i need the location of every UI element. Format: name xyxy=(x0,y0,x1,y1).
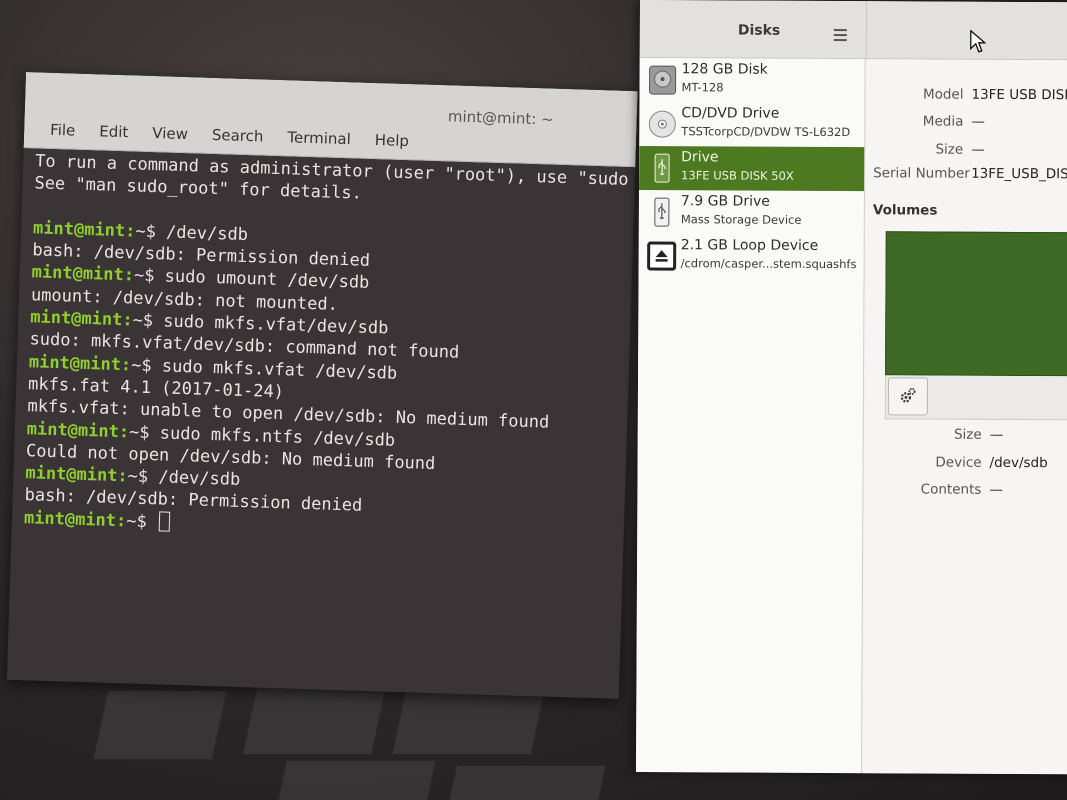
volumes-heading: Volumes xyxy=(872,202,938,219)
terminal-window[interactable]: mint@mint: ~ File Edit View Search Termi… xyxy=(6,72,638,699)
hard-disk-icon xyxy=(647,64,677,96)
command-text: ~$ /dev/sdb xyxy=(127,466,241,491)
menu-terminal[interactable]: Terminal xyxy=(275,128,363,149)
drive-item[interactable]: Drive 13FE USB DISK 50X xyxy=(639,145,865,192)
size-label: Size xyxy=(935,141,964,158)
media-value: — xyxy=(971,113,985,130)
drive-description: MT-128 xyxy=(681,80,724,95)
drive-name: 7.9 GB Drive xyxy=(680,193,770,210)
drive-item[interactable]: 7.9 GB Drive Mass Storage Device xyxy=(639,190,864,235)
terminal-output[interactable]: To run a command as administrator (user … xyxy=(11,148,635,556)
disks-headerbar: Disks xyxy=(639,0,1067,61)
usb-drive-icon xyxy=(647,196,677,228)
drive-item[interactable]: 2.1 GB Loop Device/cdrom/casper...stem.s… xyxy=(639,234,864,279)
model-value: 13FE USB DISK xyxy=(971,86,1067,104)
shell-prompt: mint@mint: xyxy=(32,218,136,242)
drive-description: Mass Storage Device xyxy=(680,212,802,227)
serial-value: 13FE_USB_DIS xyxy=(971,165,1067,183)
terminal-menubar: File Edit View Search Terminal Help xyxy=(38,120,421,150)
volume-size-value: — xyxy=(989,426,1004,443)
volume-size-label: Size xyxy=(953,426,982,443)
menu-icon[interactable] xyxy=(833,29,847,44)
partition-options-button[interactable] xyxy=(887,377,929,416)
drive-description: /cdrom/casper...stem.squashfs xyxy=(680,256,857,272)
menu-help[interactable]: Help xyxy=(362,131,421,151)
serial-row: Serial Number13FE_USB_DIS xyxy=(873,165,1067,182)
disks-title: Disks xyxy=(737,22,781,39)
disks-window[interactable]: Disks 128 GB Disk MT-128 CD/DVD Drive TSSTc… xyxy=(635,0,1067,775)
drive-name: 2.1 GB Loop Device xyxy=(680,237,819,254)
volume-device-row: Device/dev/sdb xyxy=(872,454,1048,472)
text-cursor xyxy=(158,511,171,532)
volume-toolbar xyxy=(884,375,1067,421)
volume-device-value: /dev/sdb xyxy=(989,454,1048,472)
drive-details: Model 13FE USB DISK Media — Size — Serial N… xyxy=(862,59,1067,775)
shell-prompt: mint@mint: xyxy=(23,507,127,532)
shell-prompt: mint@mint: xyxy=(28,351,132,376)
volume-contents-value: — xyxy=(989,481,1003,498)
size-row: Size — xyxy=(873,141,985,158)
drive-name: CD/DVD Drive xyxy=(681,105,780,122)
gears-icon xyxy=(900,387,916,403)
menu-search[interactable]: Search xyxy=(200,125,276,146)
drive-name: 128 GB Disk xyxy=(681,61,768,78)
drive-item[interactable]: CD/DVD Drive TSSTcorpCD/DVDW TS-L632D xyxy=(639,102,864,147)
drive-name: Drive xyxy=(681,149,719,166)
shell-prompt: mint@mint: xyxy=(26,418,130,442)
volume-size-row: Size — xyxy=(872,426,1004,443)
command-text: ~$ xyxy=(125,511,158,533)
shell-prompt: mint@mint: xyxy=(29,307,133,331)
mouse-pointer-icon xyxy=(970,29,986,53)
shell-prompt: mint@mint: xyxy=(31,262,135,286)
menu-file[interactable]: File xyxy=(38,120,88,140)
media-label: Media xyxy=(922,113,964,130)
media-row: Media — xyxy=(873,113,985,130)
volume-contents-row: Contents — xyxy=(871,481,1003,498)
drive-description: 13FE USB DISK 50X xyxy=(681,168,794,183)
shell-prompt: mint@mint: xyxy=(25,463,129,487)
eject-icon xyxy=(647,240,677,272)
drive-list: 128 GB Disk MT-128 CD/DVD Drive TSSTcorpCD/… xyxy=(635,57,866,774)
model-label: Model xyxy=(922,86,964,103)
drive-description: TSSTcorpCD/DVDW TS-L632D xyxy=(681,124,851,140)
command-text: ~$ /dev/sdb xyxy=(135,221,249,245)
menu-view[interactable]: View xyxy=(140,124,200,144)
volume-contents-label: Contents xyxy=(920,481,982,498)
size-value: — xyxy=(971,141,985,158)
menu-edit[interactable]: Edit xyxy=(87,122,141,142)
header-divider xyxy=(865,1,867,60)
volume-map[interactable] xyxy=(885,231,1067,377)
drive-item[interactable]: 128 GB Disk MT-128 xyxy=(639,58,864,103)
volume-device-label: Device xyxy=(935,454,982,471)
optical-disc-icon xyxy=(647,108,677,140)
model-row: Model 13FE USB DISK xyxy=(873,86,1067,103)
serial-label: Serial Number xyxy=(873,165,970,182)
usb-drive-icon xyxy=(647,152,677,184)
